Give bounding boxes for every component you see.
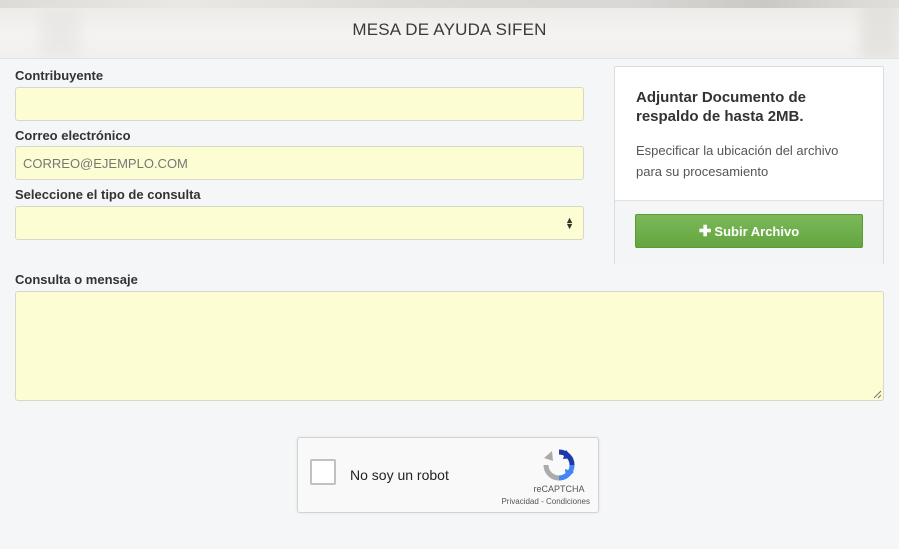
contribuyente-label: Contribuyente [15, 68, 104, 83]
recaptcha-brand: reCAPTCHA [533, 484, 585, 494]
upload-file-button[interactable]: ✚ Subir Archivo [635, 214, 863, 248]
recaptcha-widget: No soy un robot reCAPTCHA Privacidad - C… [297, 437, 599, 513]
recaptcha-logo-icon [543, 449, 575, 481]
attachment-title: Adjuntar Documento de respaldo de hasta … [636, 89, 807, 125]
attachment-panel: Adjuntar Documento de respaldo de hasta … [614, 66, 884, 265]
contribuyente-input[interactable] [15, 87, 584, 121]
page-title: MESA DE AYUDA SIFEN [352, 20, 547, 39]
tipo-consulta-select[interactable]: ▲ ▼ [15, 206, 584, 240]
recaptcha-label: No soy un robot [350, 467, 449, 483]
recaptcha-links: Privacidad - Condiciones [490, 497, 590, 506]
mensaje-label: Consulta o mensaje [15, 272, 138, 287]
plus-icon: ✚ [698, 223, 712, 240]
tipo-consulta-label: Seleccione el tipo de consulta [15, 187, 201, 202]
recaptcha-privacy-link[interactable]: Privacidad [501, 497, 538, 506]
recaptcha-separator: - [541, 497, 544, 506]
email-label: Correo electrónico [15, 128, 131, 143]
mensaje-textarea[interactable] [15, 291, 884, 401]
recaptcha-terms-link[interactable]: Condiciones [546, 497, 590, 506]
upload-file-label: Subir Archivo [714, 223, 800, 239]
page-header: MESA DE AYUDA SIFEN [0, 0, 899, 59]
attachment-description: Especificar la ubicación del archivo par… [636, 143, 839, 179]
attachment-footer: ✚ Subir Archivo [615, 200, 883, 265]
header-background-decoration [0, 0, 899, 8]
recaptcha-checkbox[interactable] [310, 459, 336, 485]
resize-grip-icon[interactable] [872, 389, 882, 399]
email-field[interactable] [15, 146, 584, 180]
select-arrows-icon: ▲ ▼ [565, 215, 574, 231]
